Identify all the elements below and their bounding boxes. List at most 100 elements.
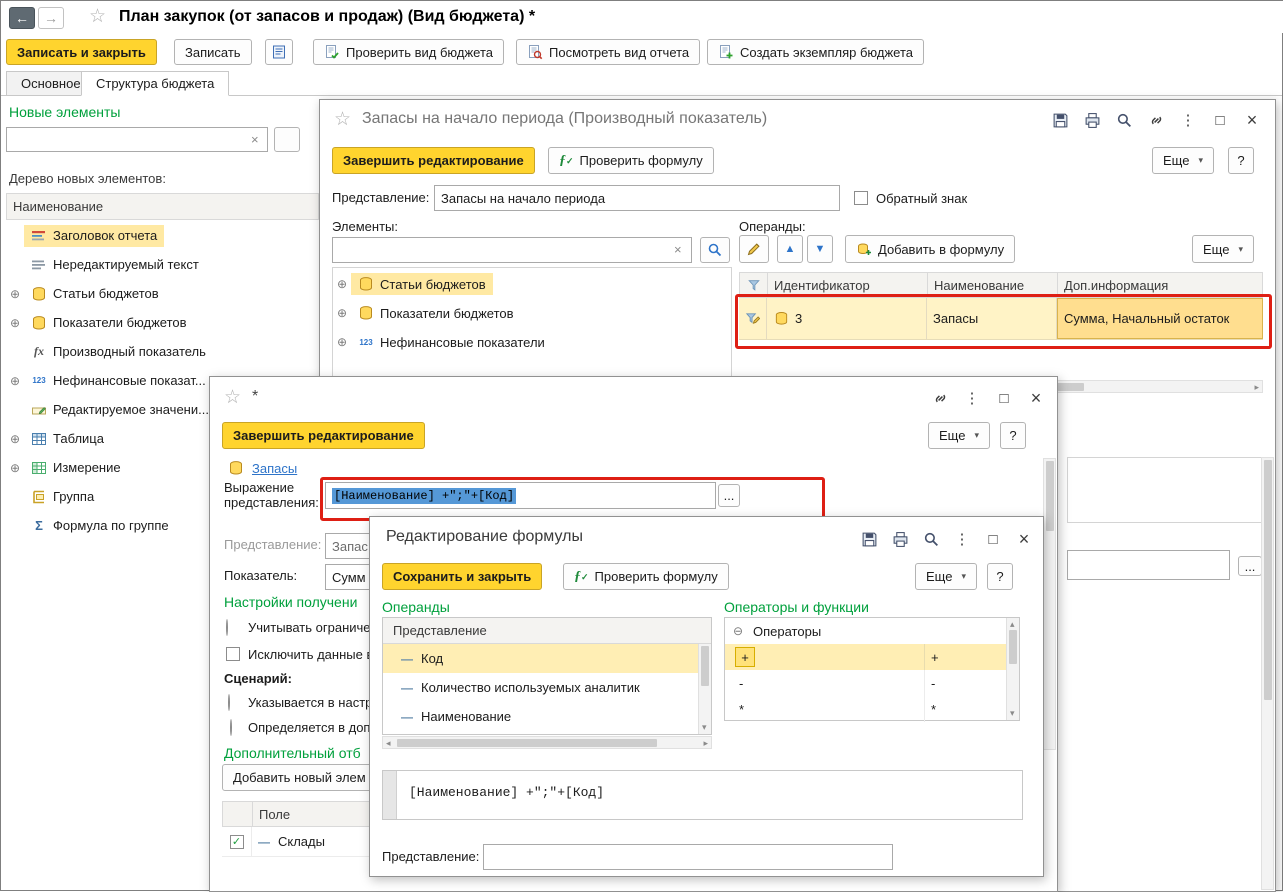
close-icon[interactable]: × <box>1027 388 1045 408</box>
help-button[interactable]: ? <box>987 563 1013 590</box>
expand-icon[interactable]: ⊕ <box>333 277 351 291</box>
expand-icon[interactable]: ⊕ <box>6 374 24 388</box>
list-icon-button[interactable] <box>265 39 293 65</box>
tab-structure[interactable]: Структура бюджета <box>81 71 230 96</box>
more-button[interactable]: Еще ▾ <box>1152 147 1214 174</box>
more-button[interactable]: Еще ▾ <box>915 563 977 590</box>
check-budget-view-button[interactable]: Проверить вид бюджета <box>313 39 505 65</box>
limit-radio[interactable] <box>226 619 228 636</box>
operand-item[interactable]: — Наименование <box>383 702 698 731</box>
finish-edit-button[interactable]: Завершить редактирование <box>222 422 425 449</box>
formula-text-area[interactable]: [Наименование] +";"+[Код] <box>382 770 1023 820</box>
help-button[interactable]: ? <box>1000 422 1026 449</box>
expand-icon[interactable]: ⊕ <box>333 306 351 320</box>
operators-group-row[interactable]: ⊖ Операторы <box>725 618 1008 644</box>
tree-item[interactable]: Заголовок отчета <box>6 221 316 250</box>
object-link[interactable]: Запасы <box>252 461 297 476</box>
search-button[interactable] <box>700 237 730 263</box>
more-button[interactable]: Еще ▾ <box>928 422 990 449</box>
view-report-button[interactable]: Посмотреть вид отчета <box>516 39 701 65</box>
tree-item[interactable]: ⊕ Показатели бюджетов <box>6 308 316 337</box>
print-icon[interactable] <box>891 530 909 548</box>
dialog-star-icon[interactable]: ☆ <box>224 386 241 409</box>
save-close-button[interactable]: Записать и закрыть <box>6 39 157 65</box>
forward-button[interactable]: → <box>38 7 64 29</box>
operands-hscrollbar[interactable]: ◂ ▸ <box>382 736 712 749</box>
back-button[interactable]: ← <box>9 7 35 29</box>
tree-item[interactable]: ⊕ Статьи бюджетов <box>333 270 729 298</box>
expand-icon[interactable]: ⊕ <box>6 316 24 330</box>
scenario-add-radio[interactable] <box>230 719 232 736</box>
operand-item[interactable]: — Количество используемых аналитик <box>383 673 698 702</box>
more-menu-icon[interactable]: ⋮ <box>1179 111 1197 129</box>
save-icon[interactable] <box>1051 111 1069 129</box>
move-up-button[interactable]: ▲ <box>777 235 803 263</box>
expression-input[interactable]: [Наименование] +";"+[Код] <box>325 482 716 509</box>
maximize-icon[interactable]: □ <box>995 389 1013 407</box>
create-budget-instance-button[interactable]: Создать экземпляр бюджета <box>707 39 924 65</box>
operand-item[interactable]: — Код <box>383 644 698 673</box>
check-formula-button[interactable]: ƒ✓ Проверить формулу <box>563 563 729 590</box>
link-icon[interactable] <box>931 389 949 407</box>
operands-vscrollbar[interactable]: ▾ <box>698 644 711 734</box>
print-icon[interactable] <box>1083 111 1101 129</box>
tree-item[interactable]: ⊕ Таблица <box>6 424 206 453</box>
finish-edit-button[interactable]: Завершить редактирование <box>332 147 535 174</box>
close-icon[interactable]: × <box>1243 110 1261 130</box>
add-to-formula-button[interactable]: Добавить в формулу <box>845 235 1016 263</box>
close-icon[interactable]: × <box>1015 529 1033 549</box>
tree-item[interactable]: ⊕ 123 Нефинансовые показатели <box>333 328 729 356</box>
dialog-vscrollbar[interactable] <box>1261 457 1274 890</box>
dialog-star-icon[interactable]: ☆ <box>334 108 351 131</box>
operand-row[interactable]: 3 Запасы Сумма, Начальный остаток <box>739 298 1263 340</box>
operands-more-button[interactable]: Еще ▾ <box>1192 235 1254 263</box>
expand-icon[interactable]: ⊕ <box>6 287 24 301</box>
tree-item[interactable]: fx Производный показатель <box>6 337 316 366</box>
reverse-sign-checkbox[interactable] <box>854 191 868 205</box>
move-down-button[interactable]: ▼ <box>807 235 833 263</box>
favorite-star-icon[interactable]: ☆ <box>89 5 106 28</box>
search-extra-button[interactable] <box>274 127 300 152</box>
presentation-input[interactable] <box>483 844 893 870</box>
operator-row[interactable]: * * <box>725 696 1008 722</box>
save-button[interactable]: Записать <box>174 39 252 65</box>
expand-icon[interactable]: ⊕ <box>333 335 351 349</box>
dialog-vscrollbar[interactable] <box>1043 458 1056 750</box>
row-checkbox[interactable]: ✓ <box>229 834 244 849</box>
more-menu-icon[interactable]: ⋮ <box>963 389 981 407</box>
lower-field-fragment[interactable] <box>1067 550 1230 580</box>
help-button[interactable]: ? <box>1228 147 1254 174</box>
operators-vscrollbar[interactable]: ▴ ▾ <box>1006 618 1019 720</box>
link-icon[interactable] <box>1147 111 1165 129</box>
more-menu-icon[interactable]: ⋮ <box>953 530 971 548</box>
tree-item[interactable]: Нередактируемый текст <box>6 250 316 279</box>
check-formula-button[interactable]: ƒ✓ Проверить формулу <box>548 147 714 174</box>
clear-search-icon[interactable]: × <box>251 132 259 147</box>
expand-icon[interactable]: ⊕ <box>6 432 24 446</box>
tree-item[interactable]: ⊕ Измерение <box>6 453 206 482</box>
choose-button[interactable]: ... <box>1238 556 1262 576</box>
operator-row[interactable]: - - <box>725 670 1008 696</box>
tree-item[interactable]: ⊕ Статьи бюджетов <box>6 279 316 308</box>
clear-search-icon[interactable]: × <box>674 242 682 257</box>
tree-item[interactable]: ⊕ Показатели бюджетов <box>333 299 729 327</box>
exclude-checkbox[interactable] <box>226 647 240 661</box>
presentation-input[interactable]: Запасы на начало периода <box>434 185 840 211</box>
save-close-button[interactable]: Сохранить и закрыть <box>382 563 543 590</box>
expand-icon[interactable]: ⊕ <box>6 461 24 475</box>
save-icon[interactable] <box>860 530 878 548</box>
edit-operand-button[interactable] <box>739 235 769 263</box>
maximize-icon[interactable]: □ <box>1211 111 1229 129</box>
new-elements-search-input[interactable] <box>6 127 268 152</box>
scenario-settings-radio[interactable] <box>228 694 230 711</box>
find-icon[interactable] <box>1115 111 1133 129</box>
tree-item[interactable]: Группа <box>6 482 206 511</box>
tree-item[interactable]: Σ Формула по группе <box>6 511 206 540</box>
tree-item[interactable]: Редактируемое значени... <box>6 395 209 424</box>
collapse-icon[interactable]: ⊖ <box>731 624 745 638</box>
elements-search-input[interactable] <box>332 237 692 263</box>
find-icon[interactable] <box>922 530 940 548</box>
choose-button[interactable]: ... <box>718 484 740 507</box>
operator-row[interactable]: + + <box>725 644 1008 670</box>
maximize-icon[interactable]: □ <box>984 530 1002 548</box>
